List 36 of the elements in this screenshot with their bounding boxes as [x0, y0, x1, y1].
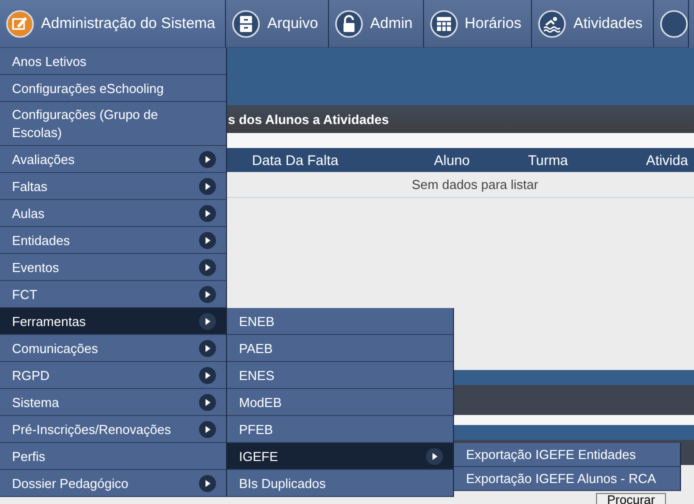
menu-item[interactable]: BIs Duplicados: [227, 470, 453, 497]
menu-item[interactable]: Entidades: [0, 227, 226, 254]
column-header: Data Da Falta: [251, 152, 338, 168]
column-header: Aluno: [433, 152, 470, 168]
cabinet-icon: [232, 10, 260, 38]
menu-item[interactable]: IGEFE: [227, 443, 453, 470]
menu-item[interactable]: Sistema: [0, 389, 226, 416]
menu-item[interactable]: Exportação IGEFE Alunos - RCA: [454, 467, 680, 491]
menu-item[interactable]: Comunicações: [0, 335, 226, 362]
menu-item[interactable]: Eventos: [0, 254, 226, 281]
menu-item[interactable]: Configurações (Grupo de Escolas): [0, 102, 226, 146]
edit-icon: [6, 10, 34, 38]
nav-icon[interactable]: [660, 10, 688, 38]
column-header: Turma: [527, 152, 568, 168]
menu-item[interactable]: Aulas: [0, 200, 226, 227]
menu-item[interactable]: RGPD: [0, 362, 226, 389]
menu-item[interactable]: Perfis: [0, 443, 226, 470]
menu-item[interactable]: Exportação IGEFE Entidades: [454, 443, 680, 467]
section-title: s dos Alunos a Atividades: [228, 112, 389, 126]
menu-item[interactable]: Ferramentas: [0, 308, 226, 335]
nav-tab[interactable]: Administração do Sistema: [0, 0, 226, 48]
search-button[interactable]: Procurar: [596, 493, 666, 504]
menu-item[interactable]: ENEB: [227, 308, 453, 335]
column-header: Ativida: [645, 152, 688, 168]
menu-item[interactable]: PAEB: [227, 335, 453, 362]
grid-icon: [430, 10, 458, 38]
menu-item[interactable]: Avaliações: [0, 146, 226, 173]
menu-item[interactable]: Configurações eSchooling: [0, 75, 226, 102]
menu-item[interactable]: Pré-Inscrições/Renovações: [0, 416, 226, 443]
menu-item[interactable]: ModEB: [227, 389, 453, 416]
menu-item[interactable]: Dossier Pedagógico: [0, 470, 226, 497]
menu-item[interactable]: Faltas: [0, 173, 226, 200]
menu-item[interactable]: Anos Letivos: [0, 48, 226, 75]
menu-item[interactable]: ENES: [227, 362, 453, 389]
lock-icon: [335, 10, 364, 38]
swimmer-icon: [538, 10, 566, 38]
